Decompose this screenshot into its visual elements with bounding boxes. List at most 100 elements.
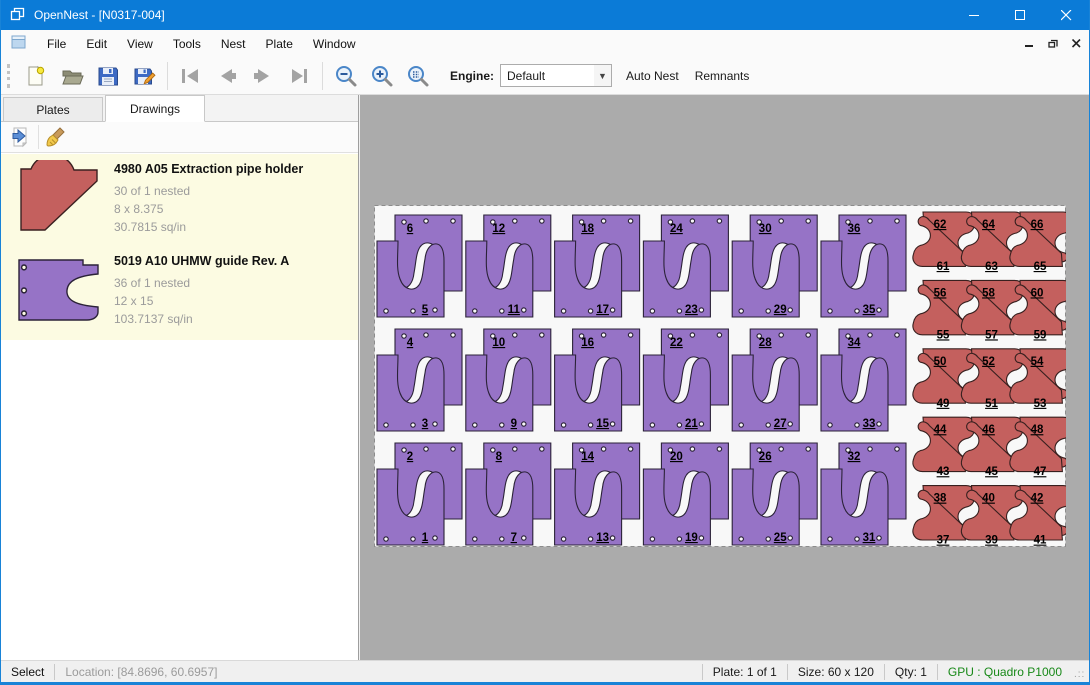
part-number-label: 45 — [985, 466, 998, 478]
menu-edit[interactable]: Edit — [76, 32, 117, 56]
main-toolbar: Engine: Default ▼ Auto Nest Remnants — [1, 57, 1089, 95]
part-number-label: 9 — [511, 418, 517, 430]
drawing-size: 12 x 15 — [114, 292, 289, 310]
previous-plate-button[interactable] — [209, 61, 245, 91]
part-number-label: 37 — [937, 535, 950, 547]
part-number-label: 35 — [863, 304, 876, 316]
part-number-label: 5 — [422, 304, 429, 316]
new-file-button[interactable] — [18, 61, 54, 91]
status-bar: Select Location: [84.8696, 60.6957] Plat… — [1, 660, 1089, 682]
save-as-button[interactable] — [126, 61, 162, 91]
zoom-out-button[interactable] — [328, 61, 364, 91]
auto-nest-button[interactable]: Auto Nest — [618, 63, 687, 89]
part-number-label: 53 — [1034, 398, 1047, 410]
mdi-close-icon[interactable] — [1072, 37, 1081, 51]
part-number-label: 22 — [670, 337, 683, 349]
import-drawing-button[interactable] — [6, 124, 34, 150]
part-number-label: 2 — [407, 451, 413, 463]
menu-file[interactable]: File — [37, 32, 76, 56]
part-number-label: 3 — [422, 418, 428, 430]
part-number-label: 42 — [1031, 493, 1044, 505]
resize-grip[interactable]: .:: — [1074, 669, 1086, 681]
part-number-label: 43 — [937, 466, 950, 478]
drawings-toolbar — [1, 122, 358, 153]
part-number-label: 32 — [848, 451, 861, 463]
part-number-label: 41 — [1034, 535, 1047, 547]
menu-tools[interactable]: Tools — [163, 32, 211, 56]
nesting-canvas[interactable]: 6512111817242330293635431091615222128273… — [360, 95, 1090, 660]
part-number-label: 59 — [1034, 329, 1047, 341]
tab-strip: Plates Drawings — [1, 95, 358, 122]
drawing-area: 103.7137 sq/in — [114, 310, 289, 328]
part-number-label: 38 — [934, 493, 947, 505]
plate[interactable]: 6512111817242330293635431091615222128273… — [374, 205, 1066, 547]
engine-label: Engine: — [450, 69, 494, 83]
drawing-title: 4980 A05 Extraction pipe holder — [114, 162, 303, 176]
part-number-label: 29 — [774, 304, 787, 316]
part-number-label: 64 — [982, 219, 995, 231]
part-number-label: 63 — [985, 261, 998, 273]
engine-value: Default — [507, 69, 545, 83]
list-item[interactable]: 4980 A05 Extraction pipe holder 30 of 1 … — [1, 154, 358, 246]
mdi-restore-icon[interactable] — [1048, 37, 1058, 51]
gpu-indicator: GPU : Quadro P1000 — [938, 665, 1072, 679]
part-number-label: 66 — [1031, 219, 1044, 231]
part-number-label: 49 — [937, 398, 950, 410]
app-icon — [10, 6, 26, 25]
drawing-list: 4980 A05 Extraction pipe holder 30 of 1 … — [1, 154, 358, 340]
plate-qty: Qty: 1 — [885, 665, 937, 679]
part-number-label: 62 — [934, 219, 947, 231]
part-number-label: 60 — [1031, 287, 1044, 299]
clear-drawings-button[interactable] — [43, 124, 71, 150]
part-number-label: 40 — [982, 493, 995, 505]
next-plate-button[interactable] — [245, 61, 281, 91]
mdi-minimize-icon[interactable] — [1025, 37, 1034, 51]
save-button[interactable] — [90, 61, 126, 91]
part-number-label: 25 — [774, 532, 787, 544]
part-number-label: 54 — [1031, 356, 1044, 368]
drawing-size: 8 x 8.375 — [114, 200, 303, 218]
part-number-label: 7 — [511, 532, 517, 544]
tab-drawings[interactable]: Drawings — [105, 95, 205, 122]
engine-combobox[interactable]: Default ▼ — [500, 64, 612, 87]
menu-view[interactable]: View — [117, 32, 163, 56]
menu-window[interactable]: Window — [303, 32, 366, 56]
toolbar-grip[interactable] — [7, 64, 10, 88]
part-number-label: 50 — [934, 356, 947, 368]
close-button[interactable] — [1043, 0, 1089, 30]
drawing-nested-count: 36 of 1 nested — [114, 274, 289, 292]
menu-nest[interactable]: Nest — [211, 32, 256, 56]
last-plate-button[interactable] — [281, 61, 317, 91]
menu-plate[interactable]: Plate — [256, 32, 303, 56]
part-number-label: 33 — [863, 418, 876, 430]
part-number-label: 46 — [982, 424, 995, 436]
toolbar-separator — [322, 62, 323, 90]
part-number-label: 56 — [934, 287, 947, 299]
part-number-label: 17 — [596, 304, 609, 316]
part-number-label: 18 — [581, 223, 594, 235]
open-file-button[interactable] — [54, 61, 90, 91]
chevron-down-icon[interactable]: ▼ — [594, 65, 611, 86]
drawing-area: 30.7815 sq/in — [114, 218, 303, 236]
zoom-in-button[interactable] — [364, 61, 400, 91]
part-number-label: 10 — [492, 337, 505, 349]
window-title: OpenNest - [N0317-004] — [34, 8, 165, 22]
left-panel: Plates Drawings 4980 A05 Extra — [1, 95, 359, 660]
part-number-label: 21 — [685, 418, 698, 430]
part-number-label: 1 — [422, 532, 429, 544]
minimize-button[interactable] — [951, 0, 997, 30]
zoom-fit-button[interactable] — [400, 61, 436, 91]
part-number-label: 61 — [937, 261, 950, 273]
part-number-label: 19 — [685, 532, 698, 544]
toolbar-separator — [167, 62, 168, 90]
part-number-label: 57 — [985, 329, 998, 341]
remnants-button[interactable]: Remnants — [687, 63, 758, 89]
document-icon[interactable] — [11, 35, 27, 53]
part-number-label: 23 — [685, 304, 698, 316]
part-number-label: 13 — [596, 532, 609, 544]
maximize-button[interactable] — [997, 0, 1043, 30]
part-number-label: 52 — [982, 356, 995, 368]
tab-plates[interactable]: Plates — [3, 97, 103, 121]
first-plate-button[interactable] — [173, 61, 209, 91]
list-item[interactable]: 5019 A10 UHMW guide Rev. A 36 of 1 neste… — [1, 246, 358, 340]
